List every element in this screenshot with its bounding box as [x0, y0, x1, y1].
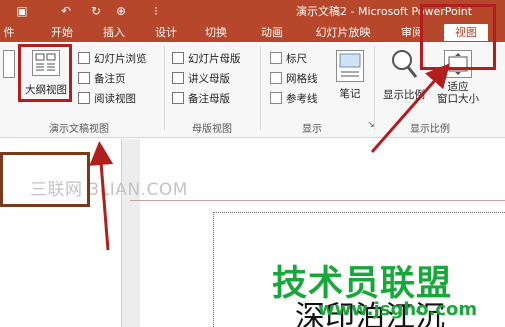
- annotation-arrows: [89, 63, 450, 251]
- annotation-arrow-up: [89, 141, 114, 251]
- annotation-arrow-diagonal: [370, 63, 450, 153]
